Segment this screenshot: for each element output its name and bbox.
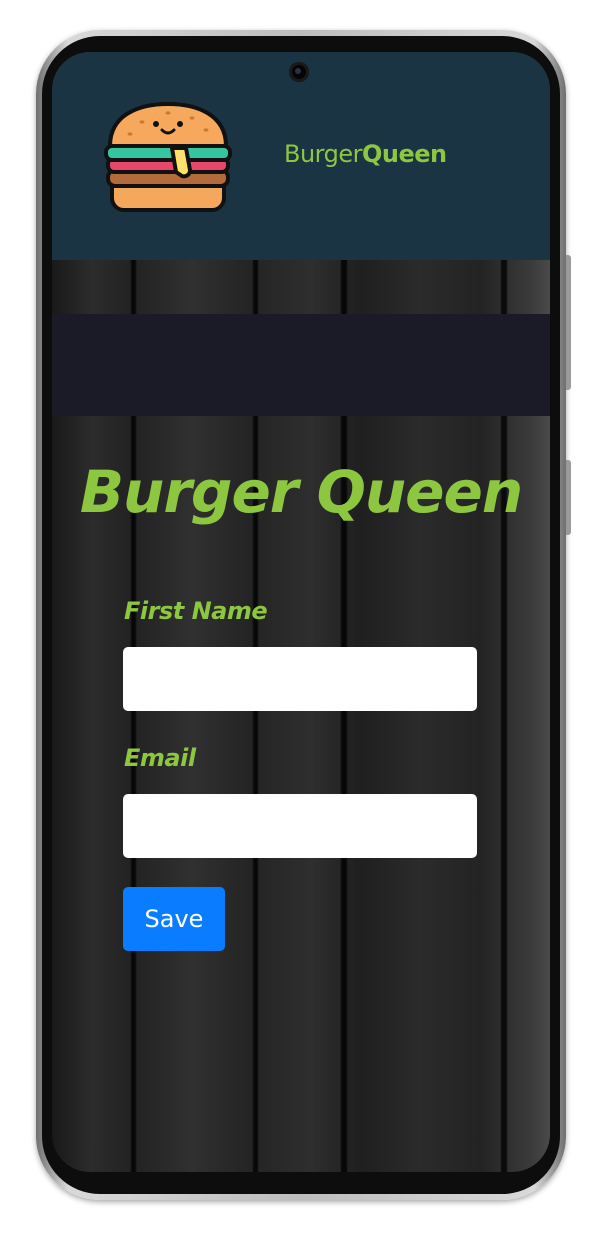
email-label: Email xyxy=(124,744,196,772)
first-name-label: First Name xyxy=(124,597,268,625)
front-camera xyxy=(289,62,309,82)
first-name-input[interactable] xyxy=(123,647,477,711)
brand-name[interactable]: BurgerQueen xyxy=(284,140,447,168)
brand-regular: Burger xyxy=(284,140,363,168)
volume-button xyxy=(566,255,571,390)
email-input[interactable] xyxy=(123,794,477,858)
burger-logo-icon[interactable] xyxy=(102,100,234,216)
brand-bold: Queen xyxy=(362,140,447,168)
save-button[interactable]: Save xyxy=(123,887,225,951)
main-content: Burger Queen First Name Email Save xyxy=(52,260,550,1172)
app-screen: BurgerQueen Burger Queen First Name Emai… xyxy=(52,52,550,1172)
power-button xyxy=(566,460,571,535)
page-title: Burger Queen xyxy=(79,458,523,526)
banner xyxy=(52,314,550,416)
navbar: BurgerQueen xyxy=(52,52,550,260)
